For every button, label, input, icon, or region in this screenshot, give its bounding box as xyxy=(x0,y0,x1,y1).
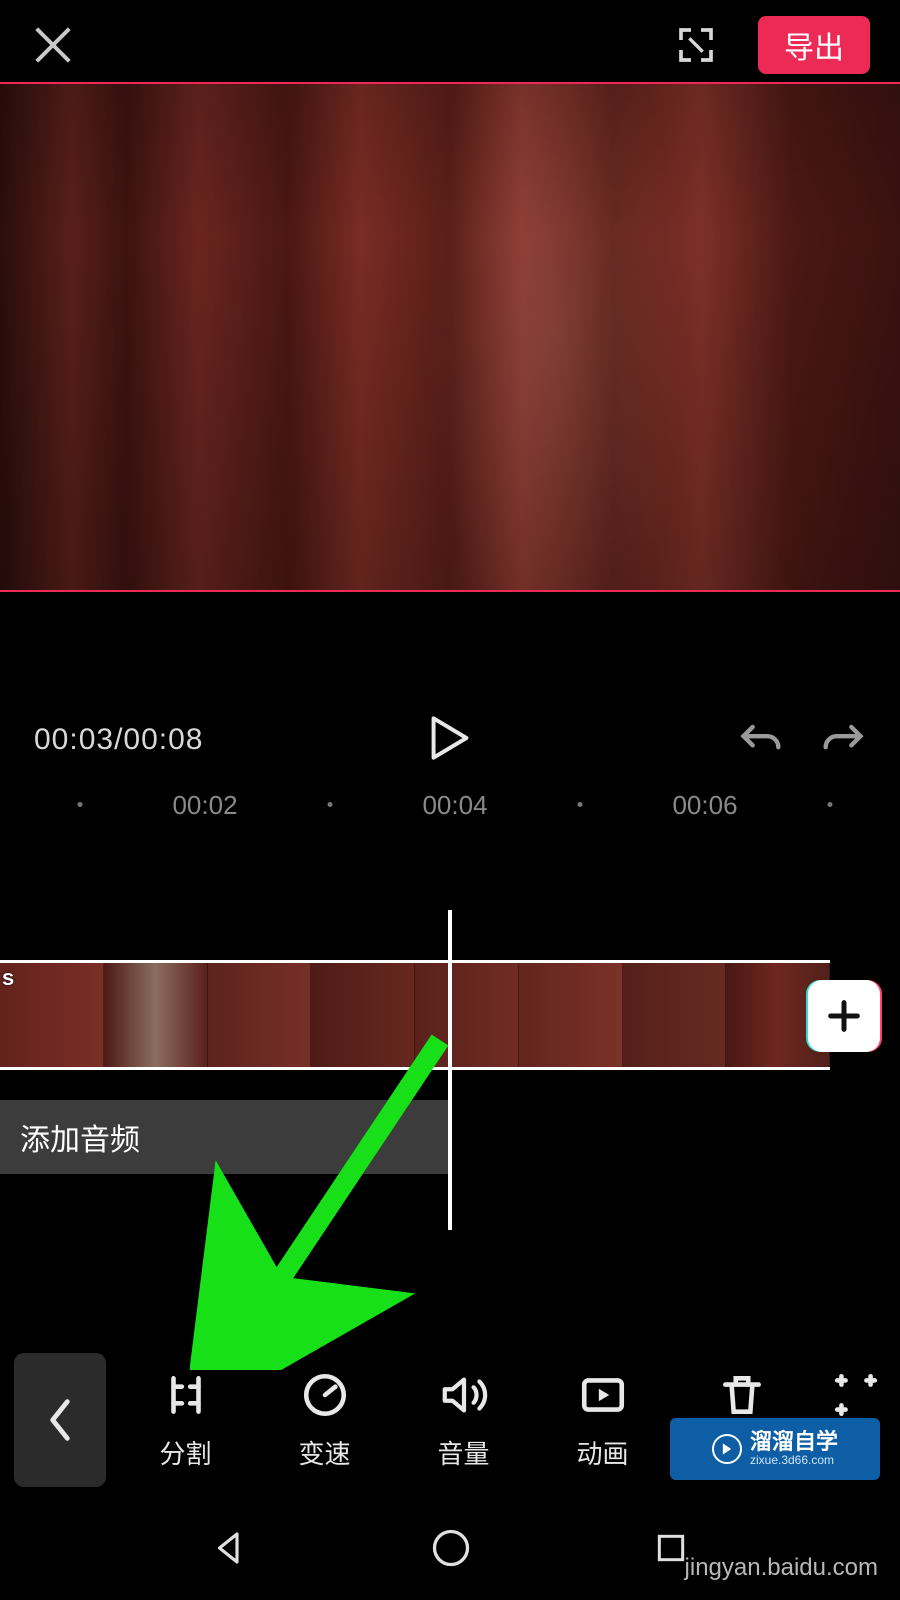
close-button[interactable] xyxy=(30,22,76,68)
tool-animation[interactable]: 动画 xyxy=(543,1370,663,1471)
clip-corner-label: s xyxy=(2,965,14,991)
video-preview[interactable] xyxy=(0,82,900,592)
ruler-mark: 00:04 xyxy=(422,790,487,821)
timeline-playhead[interactable] xyxy=(448,910,452,1230)
watermark-logo-icon xyxy=(712,1434,742,1464)
split-icon xyxy=(161,1370,211,1420)
add-audio-label: 添加音频 xyxy=(20,1115,140,1159)
tool-label: 变速 xyxy=(298,1434,350,1471)
annotation-arrow xyxy=(190,1030,470,1370)
tool-label: 动画 xyxy=(576,1434,628,1471)
redo-button[interactable] xyxy=(822,720,866,761)
animation-icon xyxy=(578,1370,628,1420)
volume-icon xyxy=(439,1370,489,1420)
ruler-mark: 00:06 xyxy=(672,790,737,821)
tool-split[interactable]: 分割 xyxy=(126,1370,246,1471)
nav-back-icon[interactable] xyxy=(209,1527,251,1574)
delete-icon xyxy=(717,1370,767,1420)
fullscreen-icon[interactable] xyxy=(676,25,716,65)
watermark-source: jingyan.baidu.com xyxy=(685,1554,878,1582)
nav-home-icon[interactable] xyxy=(429,1526,473,1575)
ruler-mark: 00:02 xyxy=(172,790,237,821)
watermark-brand: 溜溜自学 xyxy=(750,1431,838,1453)
add-clip-button[interactable] xyxy=(808,980,880,1052)
toolbar-back-button[interactable] xyxy=(14,1353,106,1487)
tool-volume[interactable]: 音量 xyxy=(404,1370,524,1471)
tool-speed[interactable]: 变速 xyxy=(265,1370,385,1471)
watermark-sub: zixue.3d66.com xyxy=(750,1453,838,1467)
play-button[interactable] xyxy=(430,715,470,766)
video-clip[interactable]: s xyxy=(0,960,830,1070)
undo-button[interactable] xyxy=(738,720,782,761)
tool-label: 分割 xyxy=(159,1434,211,1471)
watermark-badge: 溜溜自学 zixue.3d66.com xyxy=(670,1418,880,1480)
add-audio-track[interactable]: 添加音频 xyxy=(0,1100,450,1174)
export-button[interactable]: 导出 xyxy=(758,16,870,74)
timecode-display: 00:03/00:08 xyxy=(34,723,203,757)
timeline-ruler[interactable]: 00:02 00:04 00:06 xyxy=(0,790,900,830)
edit-icon xyxy=(831,1370,881,1420)
speed-icon xyxy=(300,1370,350,1420)
tool-label: 音量 xyxy=(437,1434,489,1471)
